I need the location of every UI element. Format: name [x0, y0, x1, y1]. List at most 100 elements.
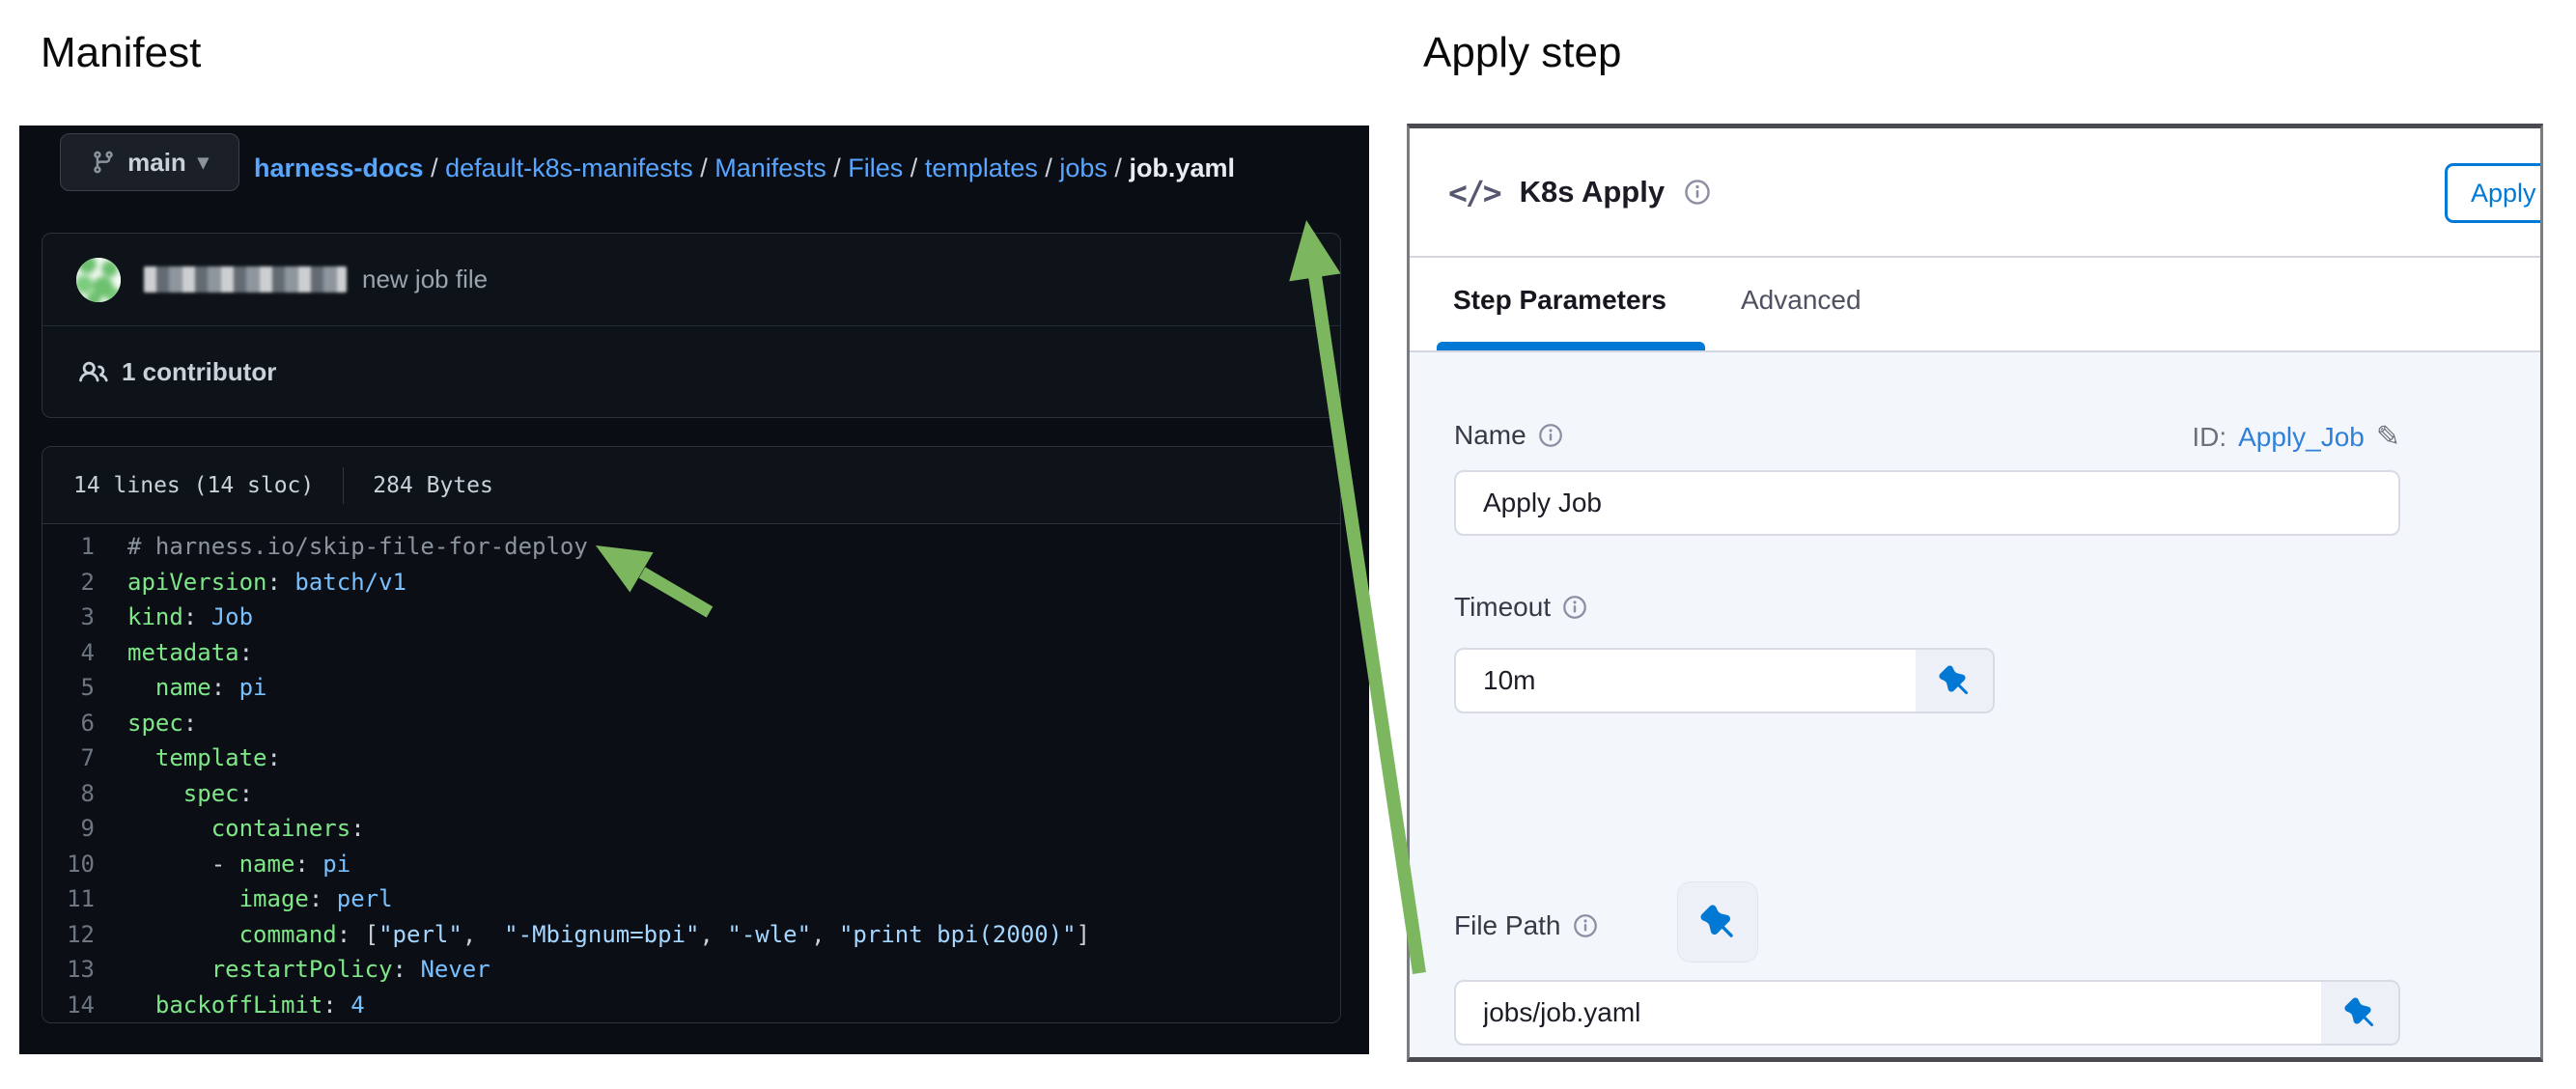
apply-changes-button[interactable]: Apply [2445, 163, 2543, 223]
line-number[interactable]: 7 [42, 744, 127, 771]
divider [343, 467, 344, 504]
line-number[interactable]: 5 [42, 674, 127, 701]
name-input-wrap [1454, 470, 2400, 536]
line-number[interactable]: 11 [42, 885, 127, 912]
code-line-content: image: perl [127, 885, 393, 912]
breadcrumb-segment-link[interactable]: templates [925, 154, 1038, 183]
line-number[interactable]: 3 [42, 603, 127, 630]
timeout-label: Timeout [1454, 592, 1551, 623]
commit-message-link[interactable]: new job file [362, 265, 488, 294]
code-line-row: 5 name: pi [42, 670, 1340, 706]
code-line-content: command: ["perl", "-Mbignum=bpi", "-wle"… [127, 921, 1090, 948]
file-path-input-wrap [1454, 980, 2400, 1046]
file-path-input[interactable] [1454, 980, 2400, 1046]
name-input[interactable] [1454, 470, 2400, 536]
step-title: K8s Apply [1520, 175, 1665, 209]
page: Manifest Apply step main ▾ harness-docs … [0, 0, 2576, 1089]
line-number[interactable]: 12 [42, 921, 127, 948]
github-file-panel: main ▾ harness-docs / default-k8s-manife… [19, 126, 1369, 1054]
code-line-row: 6spec: [42, 706, 1340, 741]
info-icon[interactable] [1684, 179, 1711, 206]
file-path-label: File Path [1454, 910, 1561, 941]
file-lines-count: 14 lines (14 sloc) [73, 473, 314, 498]
step-tabs: Step Parameters Advanced [1410, 258, 2540, 350]
code-line-row: 1# harness.io/skip-file-for-deploy [42, 529, 1340, 565]
breadcrumb-segment-link[interactable]: default-k8s-manifests [445, 154, 693, 183]
manifest-title: Manifest [41, 29, 201, 77]
file-meta-bar: 14 lines (14 sloc) 284 Bytes [42, 447, 1340, 524]
line-number[interactable]: 4 [42, 639, 127, 666]
breadcrumb-repo-link[interactable]: harness-docs [254, 154, 424, 183]
breadcrumb-separator: / [1038, 154, 1060, 183]
redacted-author-name [144, 266, 347, 293]
file-content-card: 14 lines (14 sloc) 284 Bytes 1# harness.… [42, 446, 1341, 1023]
line-number[interactable]: 14 [42, 991, 127, 1019]
code-line-row: 10 - name: pi [42, 847, 1340, 882]
breadcrumb-current-file: job.yaml [1129, 154, 1235, 183]
line-number[interactable]: 8 [42, 780, 127, 807]
info-icon[interactable] [1538, 423, 1563, 448]
branch-name: main [127, 148, 186, 178]
line-number[interactable]: 6 [42, 710, 127, 737]
code-line-content: containers: [127, 815, 365, 842]
branch-selector-button[interactable]: main ▾ [60, 133, 239, 191]
avatar[interactable] [76, 258, 121, 302]
line-number[interactable]: 13 [42, 956, 127, 983]
info-icon[interactable] [1562, 595, 1587, 620]
breadcrumb-separator: / [903, 154, 925, 183]
file-path-pin-button[interactable] [1677, 881, 1758, 963]
k8s-apply-step-panel: </> K8s Apply Apply Step Parameters Adva… [1407, 124, 2543, 1062]
file-path-input-pin-toggle[interactable] [2321, 982, 2398, 1044]
avatar-image [76, 258, 121, 302]
code-line-content: spec: [127, 710, 197, 737]
breadcrumb: harness-docs / default-k8s-manifests / M… [254, 141, 1235, 195]
line-number[interactable]: 10 [42, 851, 127, 878]
breadcrumb-segment-link[interactable]: Manifests [714, 154, 826, 183]
breadcrumb-separator: / [826, 154, 849, 183]
breadcrumb-separator: / [424, 154, 446, 183]
code-line-content: template: [127, 744, 281, 771]
code-line-content: apiVersion: batch/v1 [127, 569, 406, 596]
breadcrumb-segment-link[interactable]: jobs [1059, 154, 1107, 183]
line-number[interactable]: 2 [42, 569, 127, 596]
name-label: Name [1454, 420, 1526, 451]
code-line-content: spec: [127, 780, 253, 807]
code-step-icon: </> [1448, 174, 1500, 211]
step-parameters-content: Name ID: Apply_Job ✎ Timeout [1410, 352, 2540, 1058]
tab-step-parameters[interactable]: Step Parameters [1453, 285, 1666, 316]
pin-icon [1939, 665, 1970, 696]
file-path-label-row: File Path [1454, 910, 1598, 941]
step-id-block: ID: Apply_Job ✎ [2076, 420, 2400, 454]
breadcrumb-separator: / [693, 154, 715, 183]
active-tab-indicator [1437, 342, 1705, 350]
timeout-pin-toggle[interactable] [1916, 650, 1993, 712]
line-number[interactable]: 1 [42, 533, 127, 560]
info-icon[interactable] [1573, 913, 1598, 938]
code-line-content: kind: Job [127, 603, 253, 630]
code-line-row: 3kind: Job [42, 600, 1340, 635]
code-line-row: 7 template: [42, 740, 1340, 776]
people-icon [79, 358, 108, 387]
step-header: </> K8s Apply Apply [1410, 128, 2540, 256]
id-value-link[interactable]: Apply_Job [2238, 422, 2365, 453]
code-body: 1# harness.io/skip-file-for-deploy 2apiVe… [42, 524, 1340, 1022]
code-line-row: 11 image: perl [42, 881, 1340, 917]
contributors-link[interactable]: 1 contributor [42, 326, 1340, 418]
code-line-row: 4metadata: [42, 635, 1340, 671]
line-number[interactable]: 9 [42, 815, 127, 842]
breadcrumb-segment-link[interactable]: Files [848, 154, 903, 183]
commit-box: new job file 1 contributor [42, 233, 1341, 418]
code-line-row: 9 containers: [42, 811, 1340, 847]
timeout-input[interactable] [1454, 648, 1995, 713]
code-line-row: 13 restartPolicy: Never [42, 952, 1340, 988]
code-line-row: 12 command: ["perl", "-Mbignum=bpi", "-w… [42, 917, 1340, 953]
apply-step-title: Apply step [1423, 29, 1621, 77]
pin-icon [1700, 905, 1735, 939]
code-line-content: name: pi [127, 674, 267, 701]
git-branch-icon [91, 150, 116, 175]
pin-icon [2344, 997, 2375, 1028]
apply-button-label: Apply [2471, 179, 2536, 209]
timeout-label-row: Timeout [1454, 592, 1587, 623]
tab-advanced[interactable]: Advanced [1741, 285, 1862, 316]
edit-pencil-icon[interactable]: ✎ [2376, 420, 2400, 454]
